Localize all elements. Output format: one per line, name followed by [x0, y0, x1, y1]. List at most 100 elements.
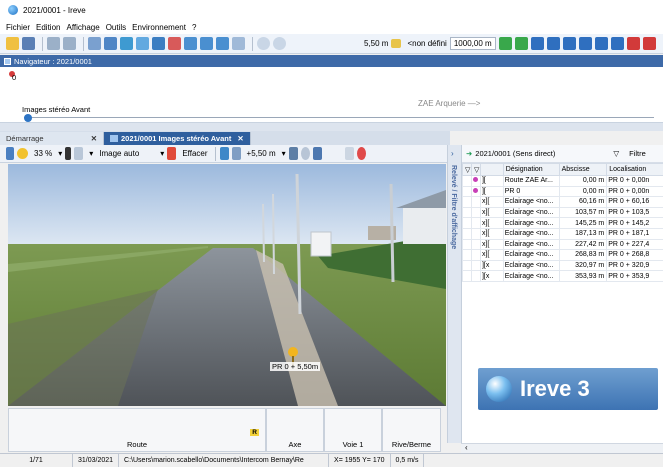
- row-designation: Eclairage <no...: [502, 259, 560, 272]
- image-mode-arrow-icon[interactable]: ▾: [160, 149, 164, 158]
- timeline-cursor[interactable]: [24, 114, 32, 122]
- axe-label: Axe: [288, 440, 302, 449]
- menu-help[interactable]: ?: [192, 23, 196, 32]
- menu-environnement[interactable]: Environnement: [132, 23, 186, 32]
- profile-value[interactable]: <non défini: [407, 39, 446, 48]
- contrast-icon[interactable]: [65, 147, 72, 160]
- table-row[interactable]: x][ Eclairage <no... 145,25 m PR 0 + 145…: [462, 217, 663, 229]
- zoom-value[interactable]: 33 %: [34, 149, 52, 158]
- offset-dropdown-icon[interactable]: ▾: [282, 149, 286, 158]
- row-localisation: PR 0 + 145,2: [606, 217, 663, 229]
- red-forward-icon[interactable]: [642, 37, 656, 50]
- view-icon[interactable]: [88, 37, 101, 50]
- pointer-icon[interactable]: [6, 147, 14, 160]
- status-dot-icon: [472, 177, 478, 183]
- layout-icon[interactable]: [152, 37, 165, 50]
- table-row[interactable]: x][ Eclairage <no... 60,16 m PR 0 + 60,1…: [462, 196, 663, 208]
- play-icon[interactable]: [578, 37, 592, 50]
- record-icon[interactable]: [168, 37, 181, 50]
- menu-edition[interactable]: Edition: [36, 23, 60, 32]
- close-icon[interactable]: ✕: [237, 134, 243, 143]
- navigator-timeline[interactable]: 0 Images stéréo Avant ZAE Arquerie —>: [0, 67, 663, 123]
- map-icon[interactable]: [200, 37, 213, 50]
- window-title: 2021/0001 - Ireve: [23, 5, 86, 15]
- route-label: Route: [126, 440, 147, 449]
- play-back-icon[interactable]: [562, 37, 576, 50]
- column-designation[interactable]: Désignation: [502, 163, 560, 176]
- row-abscisse: 145,25 m: [558, 217, 608, 229]
- image-mode-select[interactable]: Image auto: [99, 149, 139, 158]
- green-step-icon[interactable]: [514, 37, 528, 50]
- table-row[interactable]: x][ Eclairage <no... 227,42 m PR 0 + 227…: [462, 238, 663, 251]
- splitter[interactable]: [0, 123, 663, 131]
- filter-button[interactable]: Filtre: [629, 149, 646, 158]
- filter-col-icon[interactable]: ▽: [462, 163, 472, 176]
- tab-demarrage[interactable]: Démarrage ✕: [0, 132, 104, 145]
- previous-icon[interactable]: [546, 37, 560, 50]
- route-badge[interactable]: R: [250, 429, 259, 436]
- last-icon[interactable]: [610, 37, 624, 50]
- table-row[interactable]: ][ PR 0 0,00 m PR 0 + 0,00n: [462, 185, 663, 198]
- close-icon[interactable]: ✕: [91, 134, 97, 143]
- table-row[interactable]: x][ Eclairage <no... 103,57 m PR 0 + 103…: [462, 206, 663, 219]
- erase-button[interactable]: Effacer: [182, 149, 207, 158]
- settings-icon[interactable]: [288, 147, 298, 160]
- scale-select[interactable]: 1000,00 m: [449, 37, 496, 50]
- chart-icon[interactable]: [232, 37, 245, 50]
- grid-icon[interactable]: [104, 37, 117, 50]
- window-icon[interactable]: [136, 37, 149, 50]
- empty-header: [479, 163, 504, 176]
- menu-affichage[interactable]: Affichage: [66, 23, 99, 32]
- row-localisation: PR 0 + 187,1: [606, 227, 663, 240]
- table-row[interactable]: ][ Route ZAE Ar... 0,00 m PR 0 + 0,00n: [462, 175, 663, 187]
- image-mode-dropdown-icon[interactable]: ▾: [89, 149, 93, 158]
- row-localisation: PR 0 + 268,8: [606, 249, 663, 261]
- side-panel-tab[interactable]: › Relevé / Filtre d'affichage: [447, 145, 461, 443]
- table-row[interactable]: x][ Eclairage <no... 268,83 m PR 0 + 268…: [462, 249, 663, 261]
- row-designation: Eclairage <no...: [502, 238, 560, 251]
- row-abscisse: 320,97 m: [558, 259, 608, 272]
- table-row[interactable]: x][ Eclairage <no... 187,13 m PR 0 + 187…: [462, 227, 663, 240]
- stereo-image-view[interactable]: PR 0 + 5,50m: [8, 164, 446, 406]
- row-abscisse: 268,83 m: [558, 249, 608, 261]
- row-abscisse: 0,00 m: [558, 185, 608, 198]
- menu-fichier[interactable]: Fichier: [6, 23, 30, 32]
- column-localisation[interactable]: Localisation: [606, 163, 663, 176]
- offset-value[interactable]: +5,50 m: [247, 149, 276, 158]
- panel-toggle-icon[interactable]: [344, 147, 354, 160]
- position-pin-label: PR 0 + 5,50m: [270, 362, 321, 371]
- panel-icon[interactable]: [184, 37, 197, 50]
- scroll-left-icon[interactable]: ‹: [465, 443, 468, 452]
- undo-icon[interactable]: [47, 37, 60, 50]
- back-icon[interactable]: [257, 37, 270, 50]
- table-row[interactable]: ][x Eclairage <no... 353,93 m PR 0 + 353…: [462, 270, 663, 282]
- menu-outils[interactable]: Outils: [106, 23, 126, 32]
- ruler-icon[interactable]: [231, 147, 241, 160]
- record-icon[interactable]: [356, 147, 366, 160]
- filter-icon[interactable]: ▽: [613, 149, 619, 158]
- green-play-icon[interactable]: [498, 37, 512, 50]
- redo-icon[interactable]: [63, 37, 76, 50]
- first-icon[interactable]: [530, 37, 544, 50]
- records-horizontal-scrollbar[interactable]: ‹: [461, 443, 663, 453]
- zoom-dropdown-icon[interactable]: ▾: [58, 149, 62, 158]
- red-back-icon[interactable]: [626, 37, 640, 50]
- tab-images-stereo[interactable]: 2021/0001 Images stéréo Avant ✕: [104, 132, 251, 145]
- erase-icon[interactable]: [167, 147, 177, 160]
- forward-icon[interactable]: [273, 37, 286, 50]
- camera-icon[interactable]: [120, 37, 133, 50]
- column-abscisse[interactable]: Abscisse: [558, 163, 608, 176]
- pin-tool-icon[interactable]: [17, 148, 28, 159]
- image-mode-icon[interactable]: [74, 147, 84, 160]
- open-folder-icon[interactable]: [6, 37, 19, 50]
- table-icon[interactable]: [216, 37, 229, 50]
- measure-icon[interactable]: [219, 147, 229, 160]
- stereo-icon[interactable]: [312, 147, 322, 160]
- filter-col-icon[interactable]: ▽: [470, 163, 481, 176]
- table-row[interactable]: ][x Eclairage <no... 320,97 m PR 0 + 320…: [462, 259, 663, 272]
- save-icon[interactable]: [22, 37, 35, 50]
- collapse-icon[interactable]: ›: [451, 149, 454, 158]
- records-table: ▽ ▽ Désignation Abscisse Localisation ][…: [462, 163, 663, 282]
- sphere-icon[interactable]: [300, 147, 310, 160]
- next-icon[interactable]: [594, 37, 608, 50]
